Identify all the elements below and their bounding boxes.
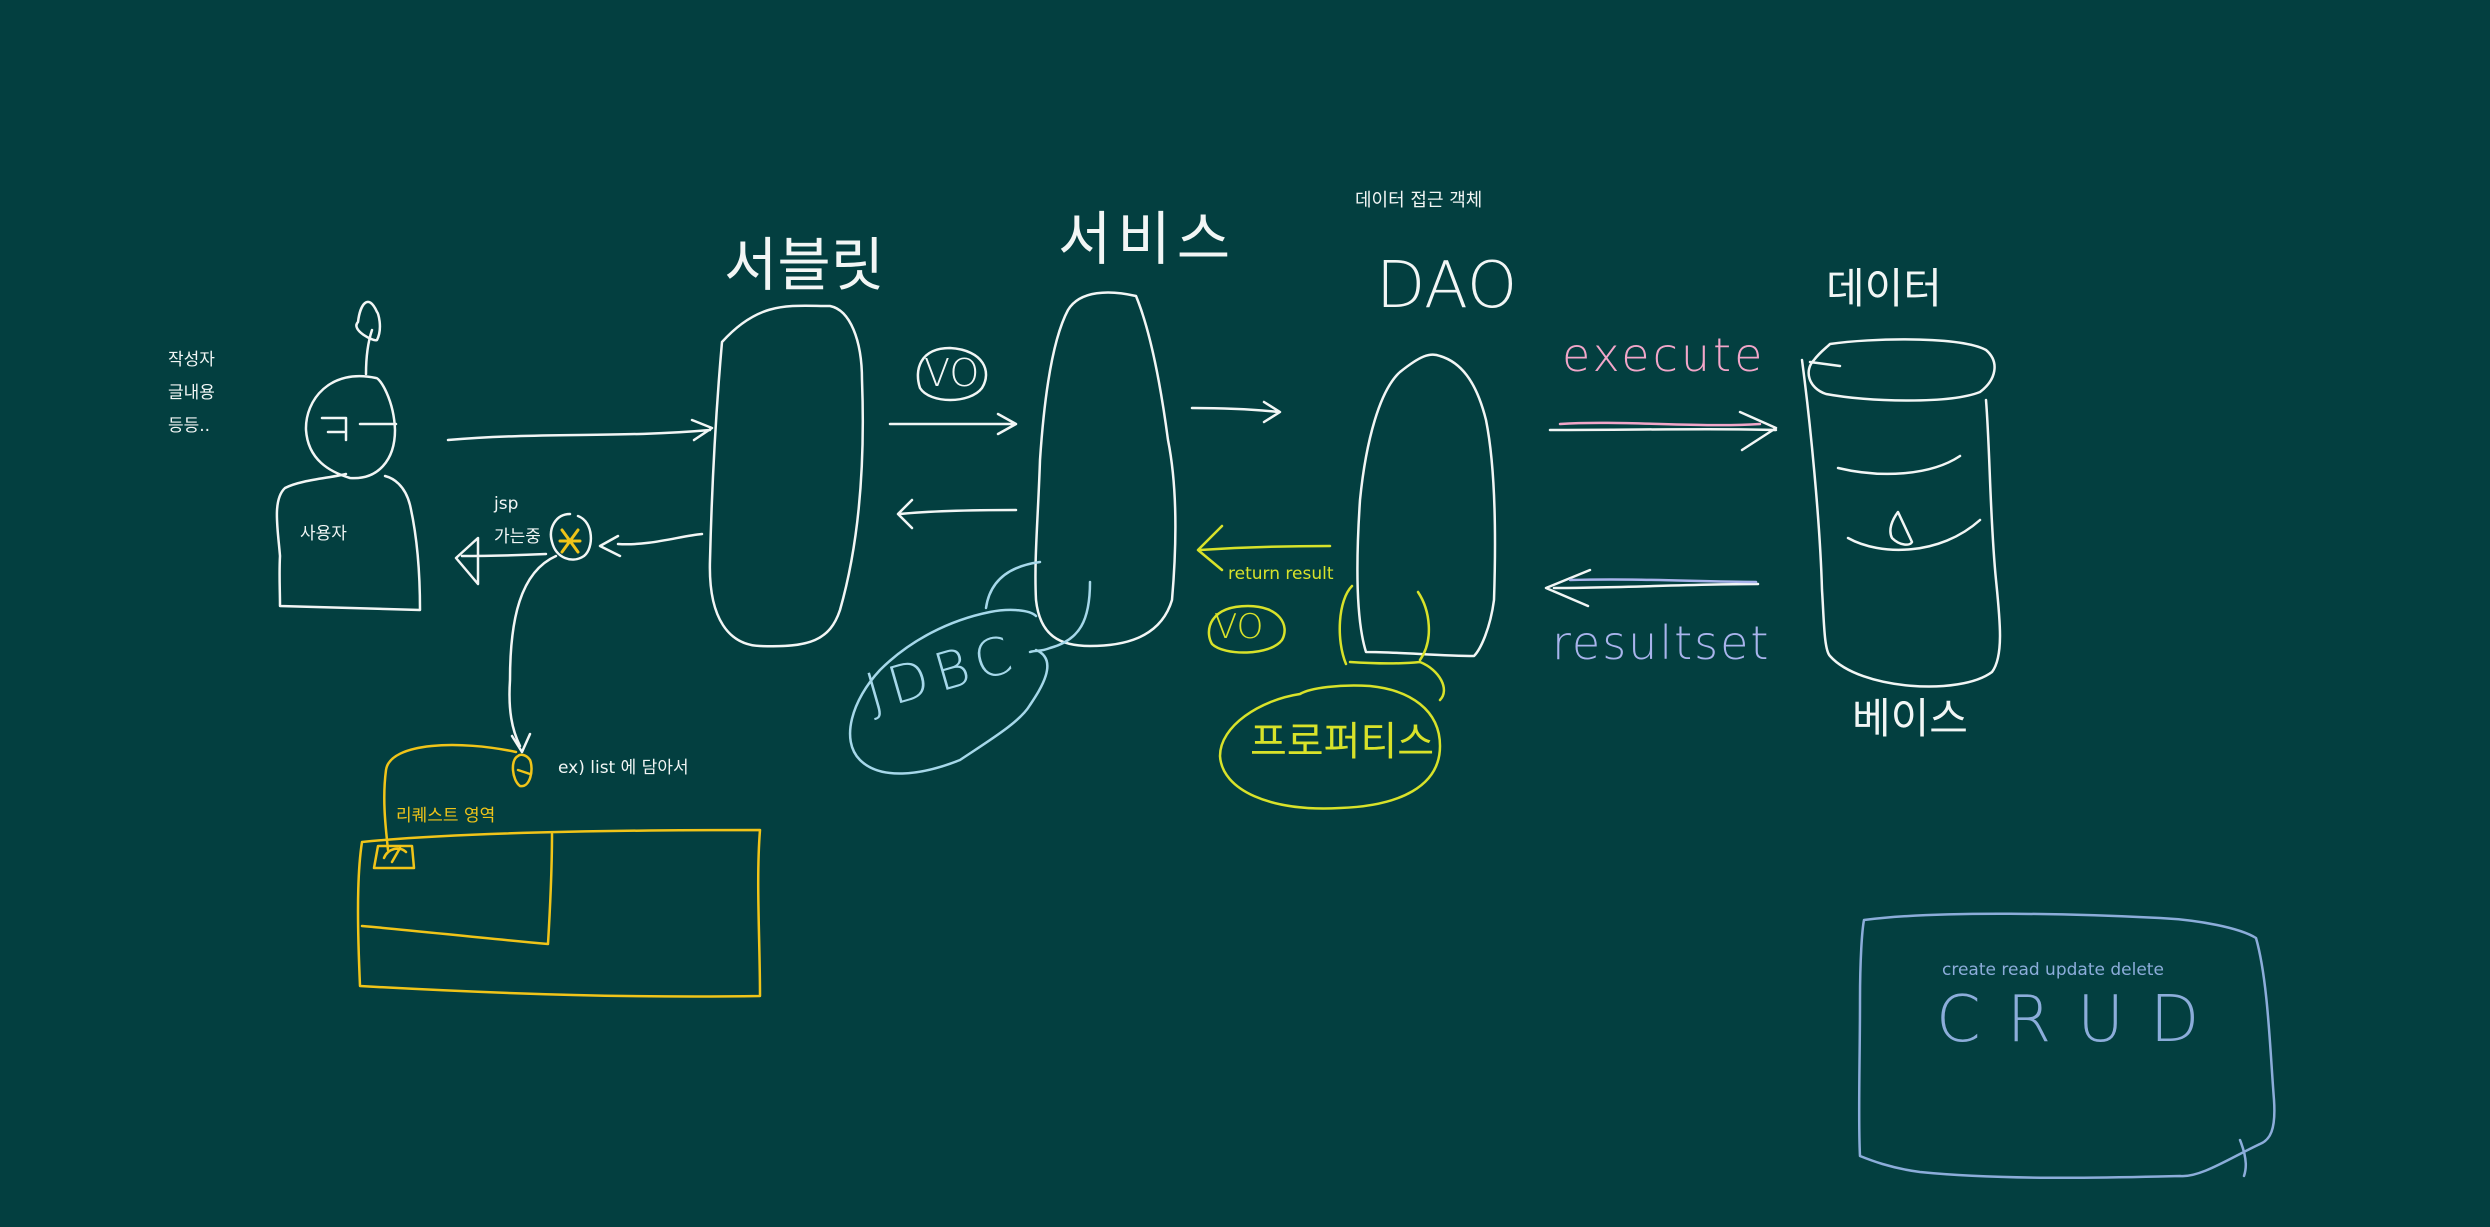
servlet-shape [708, 304, 865, 648]
resultset-label: resultset [1552, 616, 1771, 670]
jsp-circle [549, 512, 592, 561]
user-note-3: 등등.. [168, 416, 211, 436]
properties-label: 프로퍼티스 [1250, 719, 1434, 765]
list-note-label: ex) list 에 담아서 [558, 758, 689, 778]
arrow-jsp-to-request [508, 554, 558, 754]
jsp-line-2: 가는중 [494, 527, 541, 547]
crud-caption: create read update delete [1942, 960, 2164, 980]
execute-label: execute [1562, 328, 1766, 382]
database-label-bottom: 베이스 [1852, 694, 1968, 743]
vo-top-label: VO [924, 351, 980, 395]
servlet-label: 서블릿 [724, 231, 885, 299]
arrow-resultset [1544, 568, 1760, 608]
arrow-servlet-to-service [888, 412, 1018, 436]
service-label: 서비스 [1058, 205, 1237, 273]
vo-bottom-label: VO [1214, 607, 1264, 647]
arrow-execute [1548, 410, 1778, 452]
database-label-top: 데이터 [1826, 264, 1942, 313]
user-note-2: 글내용 [168, 383, 215, 403]
user-label: 사용자 [300, 524, 347, 544]
user-note-1: 작성자 [168, 350, 215, 370]
user-notes: 작성자 글내용 등등.. [168, 344, 215, 443]
execute-underline [1558, 421, 1762, 427]
arrow-service-to-dao [1190, 400, 1282, 424]
arrow-servlet-back [598, 532, 704, 558]
database-cylinder [1800, 338, 2002, 688]
request-area-shape [356, 743, 762, 998]
crud-title: CRUD [1936, 983, 2226, 1057]
jsp-star [558, 528, 582, 554]
arrow-service-to-servlet [896, 498, 1018, 530]
dao-caption: 데이터 접근 객체 [1355, 190, 1483, 211]
service-shape [1034, 291, 1177, 648]
dao-label: DAO [1376, 249, 1518, 323]
jsp-line-1: jsp [494, 494, 519, 514]
request-area-label: 리퀘스트 영역 [396, 806, 496, 826]
resultset-underline [1568, 578, 1758, 584]
arrow-user-to-servlet [446, 418, 714, 442]
user-figure [275, 300, 422, 612]
jsp-label: jsp 가는중 [494, 488, 541, 554]
return-result-label: return result [1228, 564, 1334, 584]
